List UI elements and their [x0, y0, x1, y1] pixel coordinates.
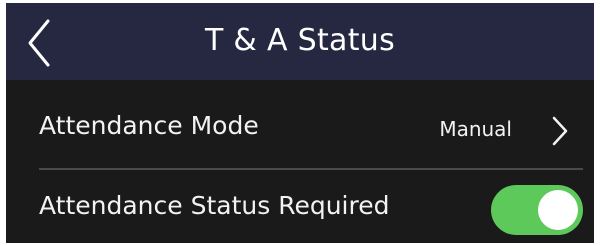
attendance-mode-label: Attendance Mode — [39, 111, 259, 140]
header-bar: T & A Status — [6, 3, 594, 80]
attendance-mode-value: Manual — [439, 117, 512, 141]
attendance-status-required-label: Attendance Status Required — [39, 191, 390, 220]
screen: T & A Status Attendance Mode Manual Atte… — [6, 3, 594, 243]
page-title: T & A Status — [204, 23, 396, 58]
toggle-knob — [538, 190, 578, 230]
chevron-right-icon — [552, 116, 568, 146]
attendance-status-required-row: Attendance Status Required — [6, 169, 594, 243]
attendance-status-required-toggle[interactable] — [491, 185, 583, 235]
attendance-mode-row[interactable]: Attendance Mode Manual — [6, 87, 594, 167]
